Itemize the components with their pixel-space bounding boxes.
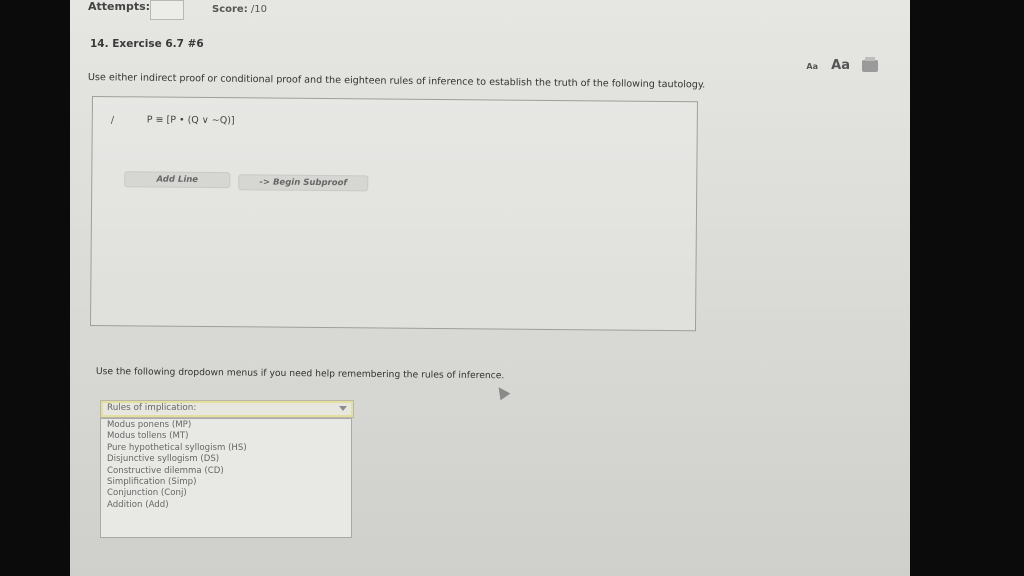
begin-subproof-button[interactable]: -> Begin Subproof — [238, 174, 369, 192]
rules-help-text: Use the following dropdown menus if you … — [95, 366, 505, 382]
attempts-label: Attempts: — [88, 0, 151, 13]
score-label: Score: — [212, 4, 248, 15]
rule-option[interactable]: Modus tollens (MT) — [107, 431, 345, 442]
top-bar: Attempts: Score: /10 — [70, 0, 910, 22]
exercise-instructions: Use either indirect proof or conditional… — [87, 72, 706, 91]
browser-screen: Attempts: Score: /10 14. Exercise 6.7 #6… — [70, 0, 910, 576]
rule-option[interactable]: Disjunctive syllogism (DS) — [107, 454, 345, 465]
rule-option[interactable]: Pure hypothetical syllogism (HS) — [107, 443, 345, 454]
mouse-cursor-icon — [493, 383, 511, 401]
chevron-down-icon[interactable] — [339, 406, 347, 411]
score-value: /10 — [250, 4, 267, 15]
rules-dropdown: Rules of implication: Modus ponens (MP) … — [100, 400, 354, 540]
text-tools: Aa Aa — [800, 57, 890, 76]
exercise-title: 14. Exercise 6.7 #6 — [90, 38, 204, 50]
increase-text-size-button[interactable]: Aa — [831, 58, 850, 73]
proof-panel: / P ≡ [P • (Q ∨ ~Q)] Add Line -> Begin S… — [89, 96, 698, 332]
rule-option[interactable]: Modus ponens (MP) — [107, 420, 345, 431]
rule-option[interactable]: Constructive dilemma (CD) — [107, 466, 345, 477]
print-icon[interactable] — [862, 57, 878, 72]
rule-option[interactable]: Addition (Add) — [107, 500, 345, 511]
rule-option[interactable]: Conjunction (Conj) — [107, 488, 345, 499]
score-display: Score: /10 — [212, 4, 267, 15]
decrease-text-size-button[interactable]: Aa — [806, 62, 818, 71]
rule-option[interactable]: Simplification (Simp) — [107, 477, 345, 488]
add-line-button[interactable]: Add Line — [124, 171, 231, 189]
rules-options-list: Modus ponens (MP) Modus tollens (MT) Pur… — [100, 418, 352, 538]
conclusion-formula: P ≡ [P • (Q ∨ ~Q)] — [146, 114, 235, 127]
rules-of-implication-select[interactable]: Rules of implication: — [100, 400, 354, 418]
rules-select-value: Rules of implication: — [107, 403, 197, 413]
conclusion-slash: / — [110, 115, 115, 127]
attempts-count-box — [150, 0, 184, 20]
